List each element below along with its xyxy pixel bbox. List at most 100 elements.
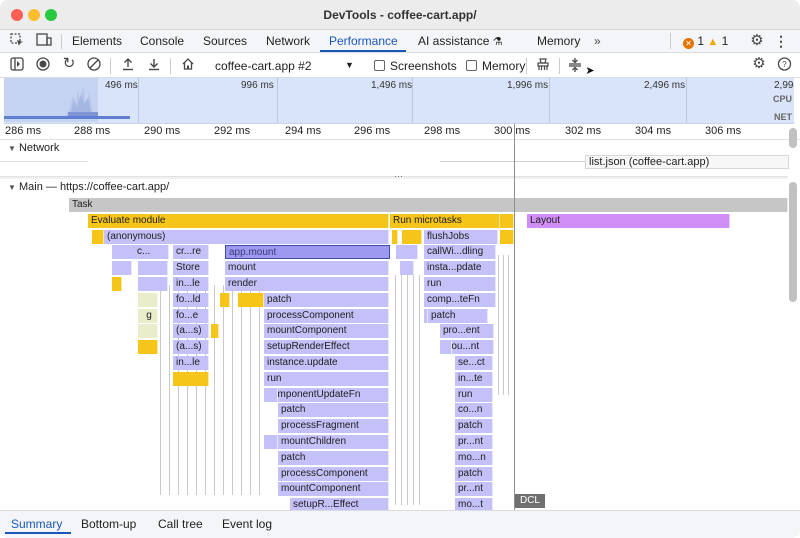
upload-profile-icon[interactable]: [120, 57, 136, 75]
js-slice-block[interactable]: [264, 435, 278, 449]
layout-block[interactable]: Layout: [527, 213, 730, 228]
script-slice-block[interactable]: [173, 371, 209, 386]
call-frame-block[interactable]: run: [264, 371, 389, 386]
shortcuts-keyboard-icon[interactable]: ?: [776, 57, 792, 75]
reload-record-icon[interactable]: ↻: [61, 56, 77, 72]
flush-jobs-block[interactable]: flushJobs: [424, 229, 498, 244]
network-request-bar[interactable]: list.json (coffee-cart.app): [585, 155, 789, 169]
function-block[interactable]: fo...e: [173, 308, 209, 323]
tab-ai-assistance[interactable]: AI assistance ⚗: [418, 34, 503, 48]
recording-select[interactable]: coffee-cart.app #2 ▼: [215, 59, 354, 73]
tab-performance[interactable]: Performance: [329, 34, 398, 48]
tab-event-log[interactable]: Event log: [222, 517, 272, 531]
call-frame-block[interactable]: patch: [428, 308, 488, 323]
call-frame-block[interactable]: processComponent: [278, 466, 389, 481]
collapse-tracks-icon[interactable]: [567, 57, 583, 77]
garbage-collect-icon[interactable]: [535, 57, 551, 75]
call-frame-block[interactable]: patch: [455, 419, 493, 434]
script-slice-block[interactable]: [500, 213, 514, 228]
device-toolbar-icon[interactable]: [35, 33, 53, 51]
toggle-sidebar-icon[interactable]: [9, 57, 25, 75]
call-frame-block[interactable]: mountComponent: [278, 482, 389, 497]
call-frame-block[interactable]: mountComponent: [264, 324, 389, 339]
tab-sources[interactable]: Sources: [203, 34, 247, 48]
function-block[interactable]: in...le: [173, 277, 209, 291]
call-frame-block[interactable]: mount: [225, 261, 389, 276]
more-tabs-chevron-icon[interactable]: »: [594, 34, 601, 48]
run-microtasks-block[interactable]: Run microtasks: [390, 213, 500, 228]
call-frame-block[interactable]: patch: [278, 403, 389, 418]
call-frame-block[interactable]: app.mount: [225, 245, 390, 260]
more-options-icon[interactable]: ⋮: [774, 33, 788, 49]
screenshots-checkbox[interactable]: [374, 60, 385, 71]
call-frame-block[interactable]: run: [424, 277, 496, 291]
script-slice-block[interactable]: [392, 229, 398, 244]
call-frame-block[interactable]: in...te: [455, 371, 493, 386]
js-slice-block[interactable]: [440, 340, 452, 355]
call-frame-block[interactable]: pr...nt: [455, 435, 493, 449]
call-frame-block[interactable]: pro...ent: [440, 324, 494, 339]
settings-gear-icon[interactable]: ⚙: [748, 33, 766, 49]
function-block[interactable]: g: [138, 308, 158, 323]
timeline-overview[interactable]: 496 ms 996 ms 1,496 ms 1,996 ms 2,496 ms…: [4, 78, 794, 124]
inspect-element-icon[interactable]: [9, 33, 25, 51]
tab-elements[interactable]: Elements: [72, 34, 122, 48]
function-block[interactable]: (a...s): [173, 340, 209, 355]
js-slice-block[interactable]: [138, 324, 158, 339]
capture-settings-gear-icon[interactable]: ⚙: [750, 56, 768, 72]
tab-bottom-up[interactable]: Bottom-up: [81, 517, 136, 531]
call-frame-block[interactable]: callWi...dling: [424, 245, 496, 260]
flame-chart[interactable]: Task Evaluate module Run microtasks Layout (…: [0, 195, 790, 510]
js-slice-block[interactable]: [264, 387, 278, 402]
issues-badges[interactable]: ✕ 1 ▲ 1: [683, 34, 728, 49]
tab-network[interactable]: Network: [266, 34, 310, 48]
function-block[interactable]: in...le: [173, 356, 209, 370]
home-icon[interactable]: [180, 57, 196, 75]
js-slice-block[interactable]: [112, 261, 132, 276]
dcl-marker[interactable]: DCL: [515, 494, 545, 508]
script-slice-block[interactable]: [500, 229, 514, 244]
call-frame-block[interactable]: setupRenderEffect: [264, 340, 389, 355]
call-frame-block[interactable]: se...ct: [455, 356, 493, 370]
network-scrollbar[interactable]: [789, 128, 797, 148]
js-slice-block[interactable]: [424, 308, 428, 323]
tab-summary[interactable]: Summary: [11, 517, 62, 531]
anonymous-block[interactable]: (anonymous): [104, 229, 389, 244]
call-frame-block[interactable]: patch: [264, 292, 389, 307]
memory-checkbox[interactable]: [466, 60, 477, 71]
script-slice-block[interactable]: [112, 277, 122, 291]
tab-call-tree[interactable]: Call tree: [158, 517, 203, 531]
script-slice-block[interactable]: [138, 340, 158, 355]
js-slice-block[interactable]: [396, 245, 418, 260]
call-frame-block[interactable]: mo...n: [455, 450, 493, 465]
script-slice-block[interactable]: [238, 292, 264, 307]
call-frame-block[interactable]: mountChildren: [278, 435, 389, 449]
call-frame-block[interactable]: setupR...Effect: [290, 498, 389, 510]
call-frame-block[interactable]: processFragment: [278, 419, 389, 434]
call-frame-block[interactable]: instance.update: [264, 356, 389, 370]
script-slice-block[interactable]: [402, 229, 422, 244]
js-slice-block[interactable]: [400, 261, 414, 276]
call-frame-block[interactable]: componentUpdateFn: [264, 387, 389, 402]
function-block[interactable]: cr...re: [173, 245, 209, 260]
call-frame-block[interactable]: co...n: [455, 403, 493, 418]
call-frame-block[interactable]: pr...nt: [455, 482, 493, 497]
record-icon[interactable]: [35, 57, 51, 75]
network-track-header[interactable]: ▼ Network: [8, 142, 59, 154]
clear-icon[interactable]: [86, 57, 102, 75]
call-frame-block[interactable]: mo...t: [455, 498, 493, 510]
script-slice-block[interactable]: [92, 229, 104, 244]
js-slice-block[interactable]: [138, 277, 168, 291]
call-frame-block[interactable]: run: [455, 387, 493, 402]
tab-memory[interactable]: Memory: [537, 34, 580, 48]
tab-console[interactable]: Console: [140, 34, 184, 48]
track-divider[interactable]: ···: [0, 171, 788, 181]
call-frame-block[interactable]: patch: [455, 466, 493, 481]
main-track-header[interactable]: ▼ Main — https://coffee-cart.app/: [8, 181, 169, 193]
call-frame-block[interactable]: patch: [278, 450, 389, 465]
call-frame-block[interactable]: insta...pdate: [424, 261, 496, 276]
call-frame-block[interactable]: comp...teFn: [424, 292, 496, 307]
function-block[interactable]: c...: [134, 245, 169, 260]
js-slice-block[interactable]: [138, 261, 168, 276]
function-block[interactable]: (a...s): [173, 324, 209, 339]
